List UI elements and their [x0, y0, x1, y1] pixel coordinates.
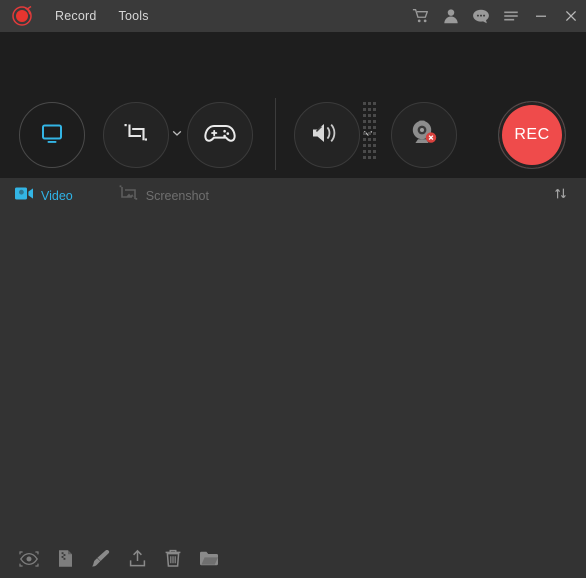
crop-icon [119, 118, 153, 153]
game-capture-button[interactable] [187, 102, 253, 168]
speaker-muted-icon [309, 119, 345, 152]
delete-button[interactable] [162, 549, 184, 573]
screenshot-icon [119, 185, 139, 206]
rec-button-label: REC [514, 126, 550, 143]
brush-icon [91, 549, 111, 573]
open-folder-button[interactable] [198, 550, 220, 572]
monitor-icon [37, 118, 67, 153]
bottom-toolbar [0, 544, 586, 578]
region-capture-button[interactable] [103, 102, 169, 168]
feedback-icon[interactable] [466, 0, 496, 32]
audio-button[interactable] [294, 102, 360, 168]
menu-record[interactable]: Record [44, 5, 108, 27]
rec-button[interactable]: REC [498, 101, 566, 169]
record-logo-icon [8, 0, 38, 32]
webcam-disabled-icon [407, 118, 441, 153]
dots-drag-handle[interactable] [363, 102, 377, 164]
app-window: Record Tools REC Video Screenshot [0, 0, 586, 578]
tab-bar: Video Screenshot [0, 178, 586, 214]
tab-video[interactable]: Video [14, 178, 77, 213]
file-list-area[interactable] [0, 214, 586, 544]
region-caret-down-icon[interactable] [171, 126, 183, 144]
minimize-button[interactable] [526, 0, 556, 32]
compress-button[interactable] [54, 550, 76, 572]
eye-preview-icon [19, 550, 39, 572]
preview-button[interactable] [18, 550, 40, 572]
cart-icon[interactable] [406, 0, 436, 32]
folder-icon [199, 550, 219, 572]
tab-video-label: Video [41, 188, 73, 203]
menu-bar: Record Tools [44, 5, 160, 27]
close-button[interactable] [556, 0, 586, 32]
upload-share-icon [128, 549, 147, 573]
video-camera-icon [14, 186, 34, 206]
account-icon[interactable] [436, 0, 466, 32]
screen-capture-button[interactable] [19, 102, 85, 168]
title-bar-right-controls [406, 0, 586, 32]
main-toolbar: REC [0, 32, 586, 196]
menu-tools[interactable]: Tools [108, 5, 160, 27]
tab-screenshot-label: Screenshot [145, 188, 209, 203]
gamepad-icon [203, 120, 237, 151]
compress-file-icon [57, 549, 74, 573]
toolbar-divider [275, 98, 276, 170]
hamburger-menu-icon[interactable] [496, 0, 526, 32]
trash-icon [164, 549, 182, 573]
webcam-button[interactable] [391, 102, 457, 168]
tab-screenshot[interactable]: Screenshot [119, 178, 213, 213]
share-button[interactable] [126, 549, 148, 573]
sort-arrows-icon [553, 186, 568, 206]
title-bar: Record Tools [0, 0, 586, 32]
edit-button[interactable] [90, 550, 112, 572]
sort-button[interactable] [546, 178, 574, 213]
